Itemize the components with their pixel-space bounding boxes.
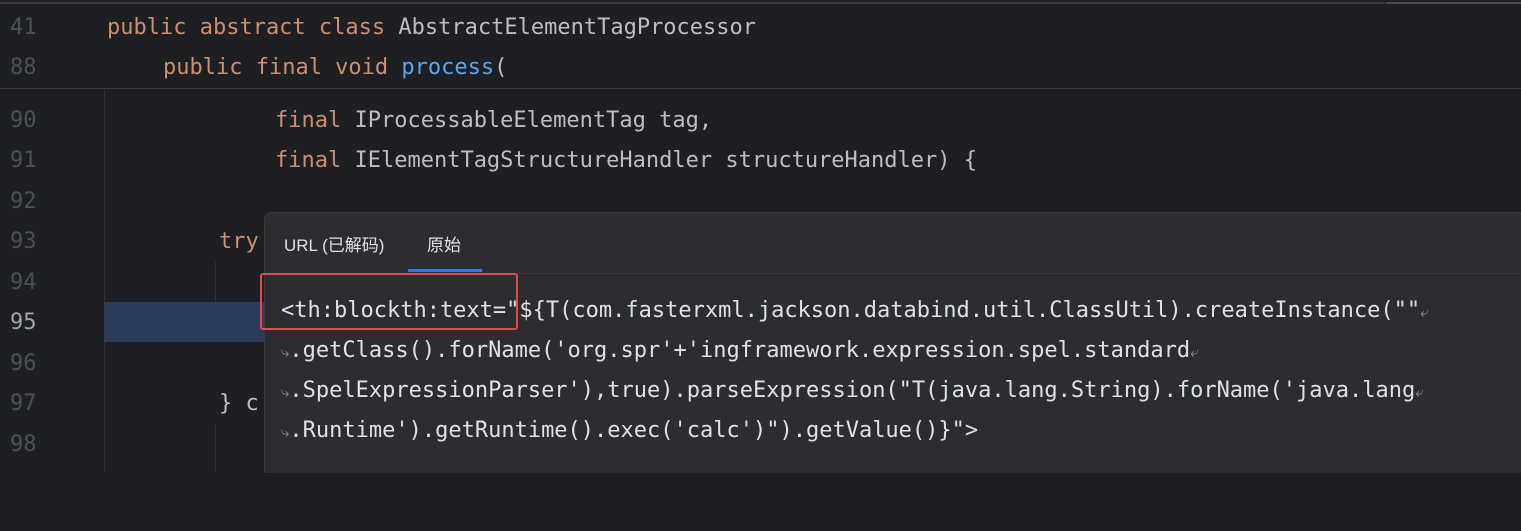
line-number-current: 95 [10, 310, 37, 335]
keyword: try [219, 229, 259, 254]
string-value-popup[interactable]: URL (已解码) 原始 <th:blockth:text="${T(com.f… [264, 212, 1521, 473]
tab-url-decoded[interactable]: URL (已解码) [284, 231, 384, 256]
code-text: ( [494, 55, 508, 80]
code-text: } c [219, 391, 259, 416]
tab-raw[interactable]: 原始 [427, 231, 461, 256]
code-text: IElementTagStructureHandler structureHan… [354, 148, 978, 173]
current-line-highlight [104, 302, 284, 342]
indent-guide [104, 90, 105, 472]
class-name: AbstractElementTagProcessor [398, 15, 757, 40]
code-line-91[interactable]: final IElementTagStructureHandler struct… [275, 141, 977, 181]
indent-guide [215, 424, 216, 472]
content-text: .getClass().forName('org.spr'+'ingframew… [289, 338, 1191, 363]
content-text: .SpelExpressionParser'),true).parseExpre… [289, 378, 1416, 403]
keyword: public final void [163, 55, 402, 80]
keyword: final [275, 148, 355, 173]
line-number: 94 [10, 270, 37, 295]
keyword: final [275, 108, 355, 133]
method-name: process [401, 55, 495, 80]
line-number: 91 [10, 148, 37, 173]
line-number: 97 [10, 391, 37, 416]
code-line-97[interactable]: } c [219, 384, 259, 424]
line-number: 90 [10, 108, 37, 133]
code-editor[interactable]: 90 91 92 93 94 95 96 97 98 final IProces… [0, 0, 1521, 473]
line-number: 98 [10, 432, 37, 457]
active-tab-indicator [408, 269, 482, 272]
sticky-line-class[interactable]: public abstract class AbstractElementTag… [107, 8, 756, 48]
line-number: 93 [10, 229, 37, 254]
keyword: public abstract class [107, 15, 399, 40]
sticky-line-method[interactable]: public final void process( [163, 48, 507, 88]
line-number: 88 [10, 55, 37, 80]
line-number: 41 [10, 15, 37, 40]
popup-tabs: URL (已解码) 原始 [265, 213, 1521, 274]
sticky-scroll-header[interactable]: 41 public abstract class AbstractElement… [0, 0, 1521, 89]
soft-wrap-icon: ⤶ [1190, 343, 1199, 361]
content-line: ⤷.Runtime').getRuntime().exec('calc')").… [281, 411, 978, 452]
line-number: 96 [10, 351, 37, 376]
line-number: 92 [10, 189, 37, 214]
content-text: .Runtime').getRuntime().exec('calc')").g… [289, 418, 979, 443]
code-text: IProcessableElementTag tag, [354, 108, 713, 133]
soft-wrap-icon: ⤶ [1420, 303, 1429, 321]
indent-guide [215, 262, 216, 302]
code-line-93[interactable]: try [219, 222, 259, 262]
content-line: ⤷.SpelExpressionParser'),true).parseExpr… [281, 371, 1424, 412]
content-line: ⤷.getClass().forName('org.spr'+'ingframe… [281, 331, 1198, 372]
soft-wrap-icon: ⤶ [1415, 383, 1424, 401]
code-line-90[interactable]: final IProcessableElementTag tag, [275, 101, 712, 141]
top-divider [0, 0, 1521, 6]
highlight-annotation-box [260, 273, 518, 330]
